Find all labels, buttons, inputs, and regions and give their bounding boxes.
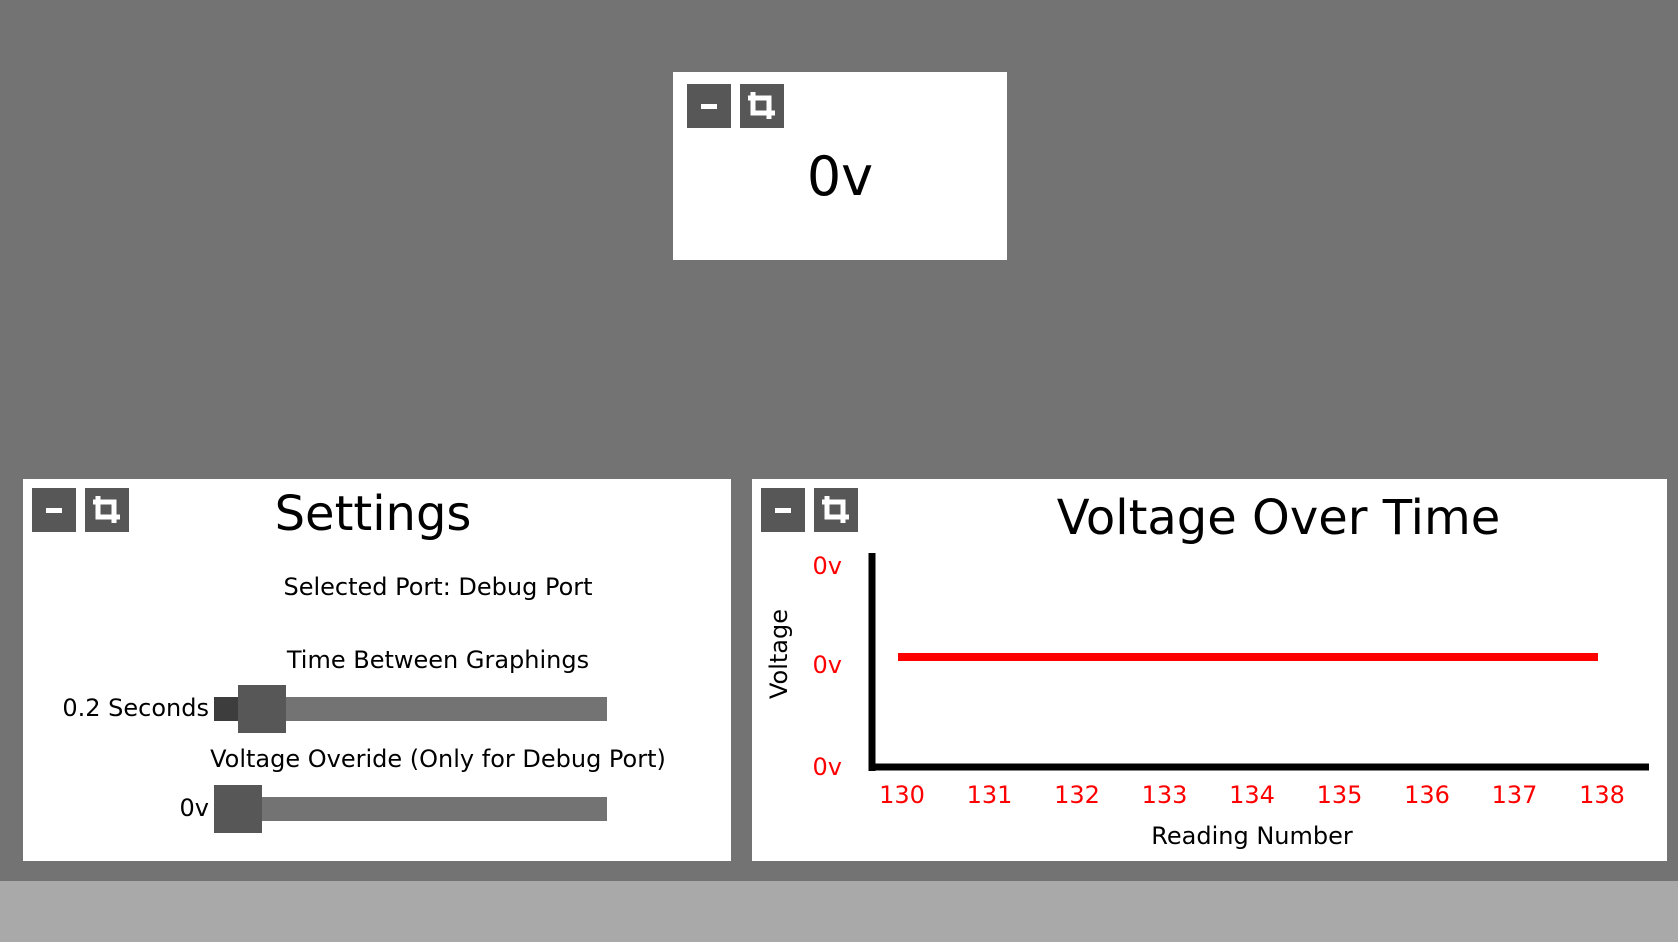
bottom-strip: [0, 881, 1678, 942]
override-slider-track[interactable]: [214, 797, 607, 821]
voltage-chart-panel: Voltage Over Time 0v 0v 0v 130 131 132 133 134 1…: [752, 479, 1667, 861]
time-between-graphings-label: Time Between Graphings: [286, 646, 590, 674]
x-tick-label: 130: [879, 781, 925, 809]
x-axis-title: Reading Number: [1151, 822, 1353, 850]
time-slider-thumb[interactable]: [238, 685, 287, 733]
override-slider-thumb[interactable]: [214, 785, 262, 833]
x-tick-label: 131: [967, 781, 1013, 809]
crop-button[interactable]: [740, 84, 784, 128]
time-slider-fill: [214, 697, 242, 721]
voltage-readout-panel: 0v: [673, 72, 1007, 260]
crop-icon: [748, 92, 775, 119]
settings-title: Settings: [274, 486, 472, 542]
y-tick-label: 0v: [813, 651, 842, 679]
x-tick-label: 132: [1054, 781, 1100, 809]
override-value-label: 0v: [179, 794, 209, 822]
x-tick-label: 137: [1492, 781, 1538, 809]
settings-panel: Settings Selected Port: Debug Port Time …: [23, 479, 731, 861]
x-tick-label: 133: [1142, 781, 1188, 809]
voltage-override-label: Voltage Overide (Only for Debug Port): [210, 745, 666, 773]
x-tick-label: 138: [1579, 781, 1625, 809]
minus-icon: [701, 103, 717, 109]
x-tick-label: 136: [1404, 781, 1450, 809]
x-tick-label: 135: [1317, 781, 1363, 809]
time-value-label: 0.2 Seconds: [62, 694, 209, 722]
y-axis-title: Voltage: [765, 609, 793, 699]
voltage-readout-value: 0v: [806, 145, 874, 208]
y-tick-label: 0v: [813, 753, 842, 781]
y-tick-label: 0v: [813, 552, 842, 580]
minimize-button[interactable]: [687, 84, 731, 128]
selected-port-label: Selected Port: Debug Port: [283, 573, 593, 601]
x-tick-label: 134: [1229, 781, 1275, 809]
voltage-chart: 0v 0v 0v 130 131 132 133 134 135 136 137 138 Reading…: [765, 552, 1649, 850]
